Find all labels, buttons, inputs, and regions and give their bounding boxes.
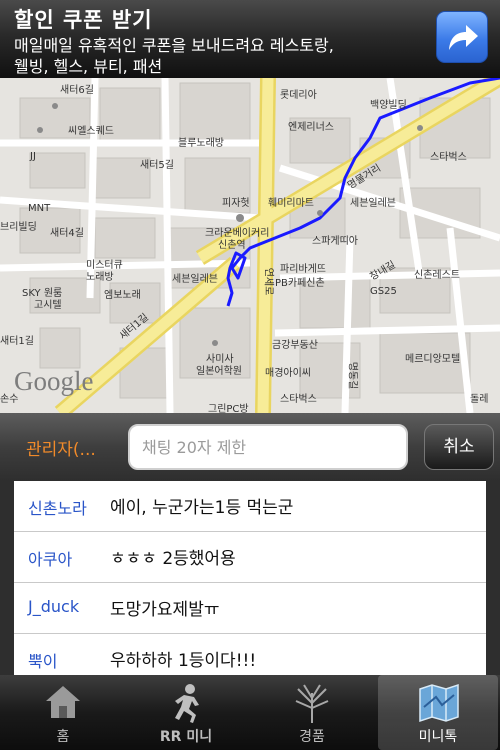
chat-message: ㅎㅎㅎ 2등했어용 bbox=[110, 549, 236, 569]
chat-row[interactable]: 뿍이 우하하하 1등이다!!! bbox=[14, 634, 486, 675]
map-label: 세븐일레븐 bbox=[172, 274, 218, 285]
chat-panel: 신촌노라 에이, 누군가는1등 먹는군 아쿠아 ㅎㅎㅎ 2등했어용 J_duck… bbox=[14, 481, 486, 675]
map-label: 피자헛 bbox=[222, 198, 250, 209]
chat-row[interactable]: J_duck 도망가요제발ㅠ bbox=[14, 583, 486, 634]
ad-description-line2: 웰빙, 헬스, 뷰티, 패션 bbox=[14, 57, 163, 76]
fireworks-icon bbox=[295, 684, 329, 723]
map-label: 엠보노래 bbox=[104, 290, 141, 301]
map-label: 일본어학원 bbox=[196, 366, 242, 377]
cancel-button[interactable]: 취소 bbox=[424, 424, 494, 470]
chat-message: 에이, 누군가는1등 먹는군 bbox=[110, 498, 294, 518]
map-label: 신촌레스트 bbox=[414, 270, 460, 281]
map-label: 노래방 bbox=[86, 272, 114, 283]
ad-open-button[interactable] bbox=[436, 11, 488, 63]
map-icon bbox=[419, 683, 459, 723]
map-label: 돌레 bbox=[470, 394, 489, 405]
tab-bar: 홈 RR 미니 경품 미니톡 bbox=[0, 675, 500, 750]
chat-list[interactable]: 신촌노라 에이, 누군가는1등 먹는군 아쿠아 ㅎㅎㅎ 2등했어용 J_duck… bbox=[0, 481, 500, 675]
map-label: 금강부동산 bbox=[272, 340, 318, 351]
map-label: 스타벅스 bbox=[430, 152, 467, 163]
map-label: 새터6길 bbox=[60, 85, 94, 96]
map-label: 그린PC방 bbox=[208, 404, 249, 413]
map-label: 신촌역 bbox=[218, 240, 246, 251]
chat-nickname: J_duck bbox=[28, 597, 80, 616]
tab-rr-mini[interactable]: RR 미니 bbox=[126, 675, 246, 750]
map-label: 파리바게뜨 bbox=[280, 264, 326, 275]
map-label: 명동길 bbox=[346, 361, 358, 390]
map-label: 새터5길 bbox=[140, 160, 174, 171]
map-label: MNT bbox=[28, 203, 51, 214]
tab-label: 홈 bbox=[56, 729, 70, 745]
map-label: 씨엘스퀘드 bbox=[68, 126, 114, 137]
tab-minitalk[interactable]: 미니톡 bbox=[378, 675, 498, 750]
map-label: 백양빌딩 bbox=[370, 100, 407, 111]
tab-prizes[interactable]: 경품 bbox=[252, 675, 372, 750]
map-label: PB카페신촌 bbox=[275, 278, 325, 289]
chat-message: 우하하하 1등이다!!! bbox=[110, 651, 257, 671]
admin-label[interactable]: 관리자(... bbox=[26, 435, 96, 460]
map-label: 고시텔 bbox=[34, 300, 62, 311]
chat-nickname: 아쿠아 bbox=[28, 550, 73, 569]
ad-title: 할인 쿠폰 받기 bbox=[14, 8, 153, 32]
chat-nickname: 신촌노라 bbox=[28, 499, 87, 518]
map-label: 세븐일레븐 bbox=[350, 198, 396, 209]
tab-label: 경품 bbox=[299, 729, 325, 745]
map-label: 스타벅스 bbox=[280, 394, 317, 405]
map-label: GS25 bbox=[370, 286, 397, 297]
home-icon bbox=[46, 686, 80, 718]
ad-banner[interactable]: 할인 쿠폰 받기 매일매일 유혹적인 쿠폰을 보내드려요 레스토랑, 웰빙, 헬… bbox=[0, 0, 500, 78]
map-label: 엔제리너스 bbox=[288, 122, 334, 133]
map-view[interactable]: 새터6길 롯데리아 백양빌딩 씨엘스퀘드 블루노래방 엔제리너스 JJ 새터5길… bbox=[0, 78, 500, 413]
map-label: 새터1길 bbox=[0, 336, 34, 347]
chat-input-bar: 관리자(... 취소 bbox=[0, 413, 500, 481]
google-logo: Google bbox=[14, 366, 94, 396]
share-arrow-icon bbox=[449, 25, 478, 50]
map-label: 롯데리아 bbox=[280, 90, 317, 101]
tab-label: RR 미니 bbox=[159, 729, 213, 745]
map-label: 브리빌딩 bbox=[0, 222, 37, 233]
map-label: JJ bbox=[30, 151, 36, 162]
map-label: 스파게띠아 bbox=[312, 236, 358, 247]
runner-icon bbox=[175, 684, 199, 723]
chat-message: 도망가요제발ㅠ bbox=[110, 600, 220, 620]
tab-label: 미니톡 bbox=[418, 729, 458, 745]
map-label: 새터4길 bbox=[50, 228, 84, 239]
tab-home[interactable]: 홈 bbox=[3, 675, 123, 750]
chat-nickname: 뿍이 bbox=[28, 652, 58, 671]
chat-row[interactable]: 신촌노라 에이, 누군가는1등 먹는군 bbox=[14, 481, 486, 532]
map-label: 훼미리마트 bbox=[268, 198, 314, 209]
chat-row[interactable]: 아쿠아 ㅎㅎㅎ 2등했어용 bbox=[14, 532, 486, 583]
map-label: 메르디앙모텔 bbox=[405, 354, 461, 365]
map-label: 블루노래방 bbox=[178, 138, 224, 149]
chat-input[interactable] bbox=[128, 424, 408, 470]
map-label: 매경아이씨 bbox=[265, 368, 311, 379]
